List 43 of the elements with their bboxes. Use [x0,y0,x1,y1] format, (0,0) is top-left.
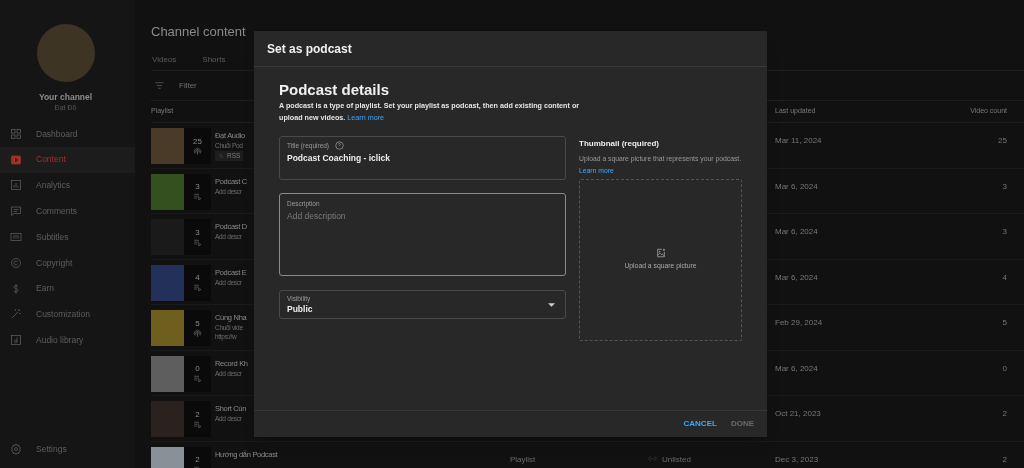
nav-label: Comments [36,204,78,218]
video-count: 2 [1001,453,1007,466]
item-count: 3 [195,227,200,237]
field-value: Podcast Coaching - iclick [287,151,391,165]
page-title: Channel content [151,23,247,41]
nav-label: Analytics [36,179,70,192]
video-count: 25 [997,135,1007,147]
video-count: 5 [1001,317,1007,329]
last-updated: Mar 6, 2024 [775,226,819,238]
nav-label: Audio library [36,333,84,347]
last-updated: Mar 6, 2024 [775,271,819,284]
item-count: 3 [195,182,200,191]
last-updated: Dec 3, 2023 [775,453,820,466]
last-updated: Feb 29, 2024 [775,317,824,329]
item-count: 4 [195,273,200,282]
item-count: 2 [195,409,200,419]
video-count: 3 [1001,180,1007,193]
dialog-title: Set as podcast [267,40,352,58]
visibility-label: Unlisted [662,453,691,466]
last-updated: Mar 6, 2024 [775,180,819,193]
nav-label: Dashboard [36,127,78,141]
video-count: 2 [1001,408,1007,420]
nav-label: Subtitles [36,230,69,244]
item-count: 0 [195,364,200,373]
item-count: 5 [195,318,200,328]
thumbnail-heading: Thumbnail (required) [579,138,660,149]
last-updated: Mar 6, 2024 [775,362,819,375]
video-count: 3 [1001,226,1007,238]
last-updated: Mar 11, 2024 [775,135,823,147]
field-value: Public [287,303,313,315]
nav-label: Earn [36,282,54,296]
section-heading: Podcast details [279,81,391,99]
nav-label: Copyright [36,256,73,270]
video-count: 4 [1001,271,1007,284]
video-count: 0 [1001,362,1007,375]
item-count: 25 [193,136,202,146]
playlist-type: Playlist [510,453,537,466]
item-count: 2 [195,455,200,464]
last-updated: Oct 21, 2023 [775,408,822,420]
nav-label: Customization [36,308,90,321]
nav-label: Content [36,153,66,167]
settings-label: Settings [36,442,67,456]
channel-label: Your channel [38,92,93,103]
